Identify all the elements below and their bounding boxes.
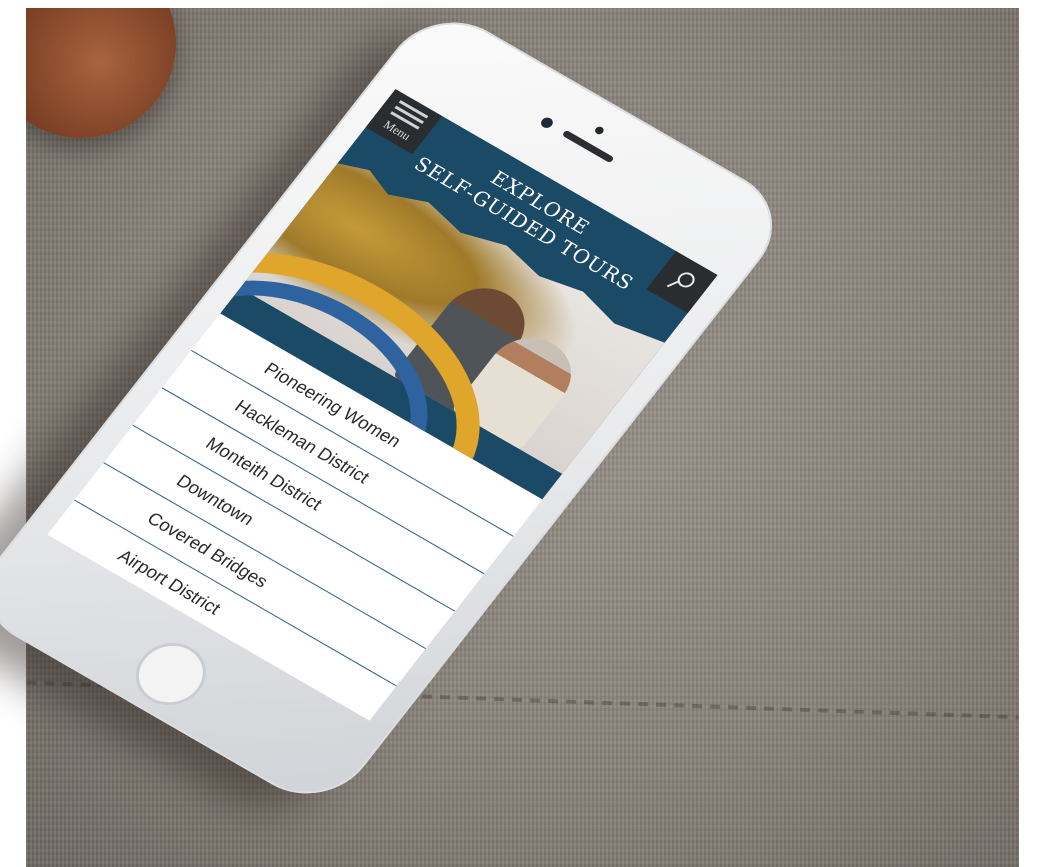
proximity-sensor [593,125,606,136]
earpiece-speaker [561,129,615,164]
search-icon [666,272,695,288]
front-camera-icon [538,115,556,130]
wooden-coaster [26,8,176,138]
home-button[interactable] [121,631,220,717]
